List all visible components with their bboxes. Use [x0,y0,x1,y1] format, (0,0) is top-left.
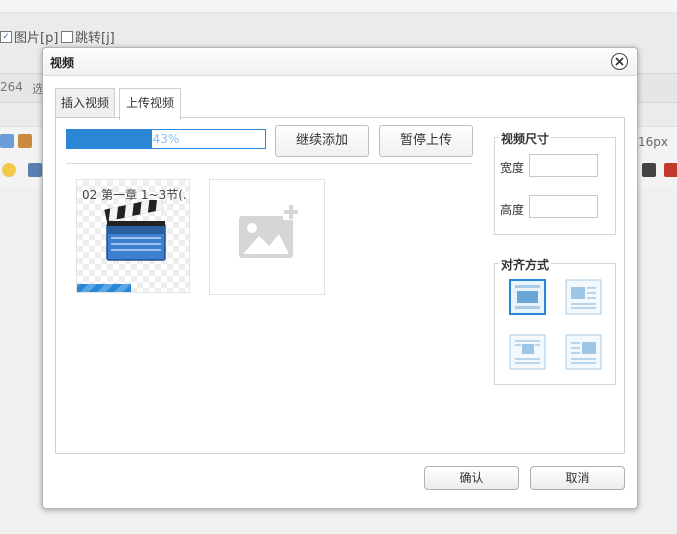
font-size-value[interactable]: 16px [638,135,668,149]
background-options-row: ✓ 图片[p] 跳转[j] [0,25,677,47]
width-input[interactable] [529,154,598,177]
option-image-label: 图片[p] [14,31,59,46]
tab-insert-video[interactable]: 插入视频 [55,88,115,118]
align-center-icon [509,334,546,370]
alignment-group: 对齐方式 [494,256,616,385]
background-fragment: 264 [0,80,23,94]
add-file-tile[interactable] [209,179,325,295]
align-none-icon [509,279,546,315]
pencil-icon[interactable] [0,134,14,148]
dialog-title: 视频 [50,56,75,70]
brush-icon[interactable] [18,134,32,148]
total-progress-bar: 43% [66,129,266,149]
align-center-button[interactable] [509,334,546,370]
video-clapperboard-icon [104,200,166,261]
checkbox-jump[interactable] [61,30,73,43]
height-label: 高度 [500,203,525,217]
file-item[interactable]: 02 第一章 1~3节(... [76,179,190,293]
align-none-button[interactable] [509,279,546,315]
video-size-group: 视频尺寸 宽度 高度 [494,130,616,235]
confirm-button[interactable]: 确认 [424,466,519,490]
align-left-button[interactable] [565,279,602,315]
tab-upload-video[interactable]: 上传视频 [119,88,181,120]
add-image-icon [239,204,299,258]
option-jump[interactable]: 跳转[j] [61,27,115,46]
continue-add-button[interactable]: 继续添加 [275,125,369,157]
align-right-button[interactable] [565,334,602,370]
width-label: 宽度 [500,161,525,175]
clipboard-icon[interactable] [664,163,677,177]
film-icon[interactable] [28,163,42,177]
dialog-titlebar: 视频 [43,48,637,76]
option-jump-label: 跳转[j] [75,31,115,46]
toolbar-divider [66,163,472,164]
checkbox-image[interactable]: ✓ [0,30,12,43]
binoculars-icon[interactable] [642,163,656,177]
height-input[interactable] [529,195,598,218]
option-image[interactable]: ✓ 图片[p] [0,27,58,46]
pause-upload-button[interactable]: 暂停上传 [379,125,473,157]
align-right-icon [565,334,602,370]
align-left-icon [565,279,602,315]
upload-panel: 43% 继续添加 暂停上传 02 第一章 1~3节(... 视频尺寸 宽度 高度… [55,117,625,454]
close-button[interactable] [611,53,628,70]
emoji-icon[interactable] [2,163,16,177]
file-upload-progress [77,284,131,292]
video-size-legend: 视频尺寸 [499,130,552,147]
alignment-legend: 对齐方式 [499,256,552,273]
video-dialog: 视频 插入视频 上传视频 43% 继续添加 暂停上传 02 第一章 1~3节(.… [42,47,638,509]
background-topbar [0,0,677,13]
total-progress-label: 43% [152,132,180,146]
cancel-button[interactable]: 取消 [530,466,625,490]
close-icon [615,57,624,66]
